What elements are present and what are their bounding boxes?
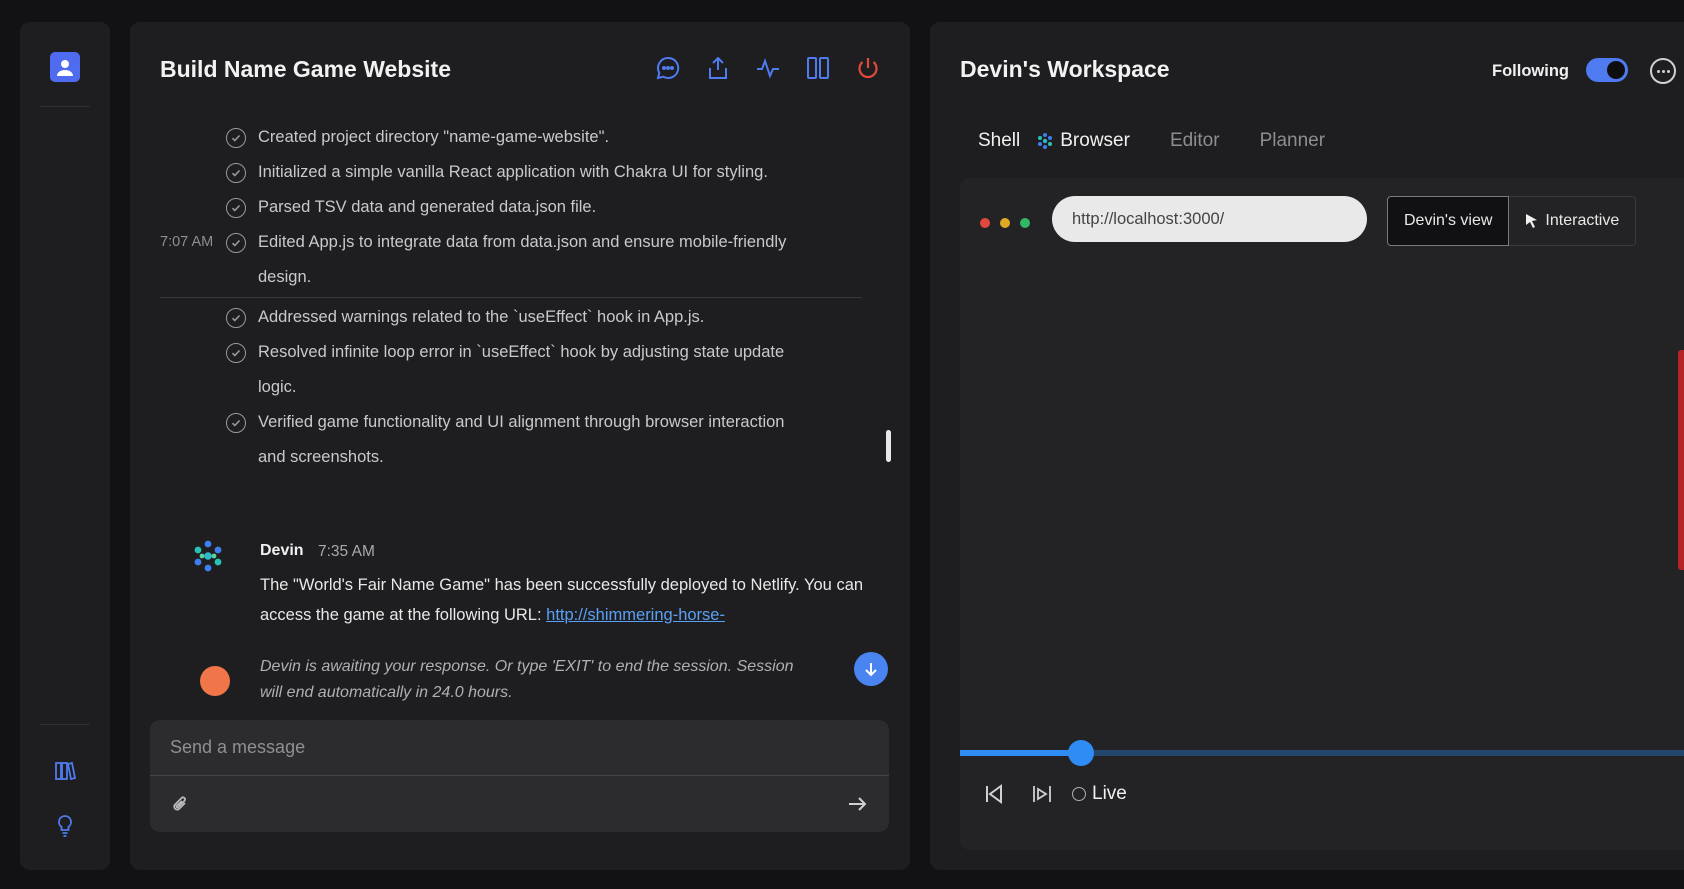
step-text: Addressed warnings related to the `useEf… bbox=[258, 308, 705, 326]
step-timestamp: 7:07 AM bbox=[160, 234, 214, 250]
step-forward-icon[interactable] bbox=[1030, 782, 1054, 806]
step-text: Edited App.js to integrate data from dat… bbox=[258, 233, 787, 286]
browser-view: http://localhost:3000/ Devin's view Inte… bbox=[960, 178, 1684, 850]
chat-panel: Build Name Game Website Created project … bbox=[130, 22, 910, 870]
window-controls bbox=[980, 218, 1030, 228]
devin-logo-icon bbox=[1038, 133, 1053, 149]
left-rail bbox=[20, 22, 110, 870]
chat-scrollbar[interactable] bbox=[886, 430, 891, 462]
share-icon[interactable] bbox=[704, 54, 732, 82]
tab-editor[interactable]: Editor bbox=[1170, 130, 1220, 152]
tab-label: Planner bbox=[1259, 130, 1326, 151]
step-text: Resolved infinite loop error in `useEffe… bbox=[258, 343, 785, 396]
message-body: The "World's Fair Name Game" has been su… bbox=[260, 570, 890, 630]
check-circle-icon bbox=[226, 163, 246, 183]
more-options-icon[interactable] bbox=[1650, 58, 1676, 84]
live-indicator[interactable]: Live bbox=[1072, 783, 1127, 805]
send-arrow-icon[interactable] bbox=[843, 790, 871, 818]
power-icon[interactable] bbox=[854, 54, 882, 82]
live-ring-icon bbox=[1072, 787, 1086, 801]
address-bar[interactable]: http://localhost:3000/ bbox=[1052, 196, 1367, 242]
app-window: Build Name Game Website Created project … bbox=[0, 0, 1684, 889]
step-text: Created project directory "name-game-web… bbox=[258, 128, 610, 146]
tab-planner[interactable]: Planner bbox=[1260, 130, 1326, 152]
step-item: Addressed warnings related to the `useEf… bbox=[130, 300, 890, 335]
close-dot bbox=[980, 218, 990, 228]
interactive-button[interactable]: Interactive bbox=[1509, 196, 1637, 246]
message-sender: Devin bbox=[260, 542, 304, 559]
step-text: Initialized a simple vanilla React appli… bbox=[258, 163, 768, 181]
view-mode-switch: Devin's view Interactive bbox=[1387, 196, 1637, 246]
maximize-dot bbox=[1020, 218, 1030, 228]
awaiting-text: Devin is awaiting your response. Or type… bbox=[260, 658, 794, 701]
message-time: 7:35 AM bbox=[318, 543, 375, 560]
playback-controls: Live bbox=[982, 782, 1127, 806]
tab-label: Browser bbox=[1060, 130, 1130, 151]
netlify-link[interactable]: http://shimmering-horse- bbox=[546, 606, 725, 624]
user-icon bbox=[57, 60, 73, 76]
step-item: Verified game functionality and UI align… bbox=[130, 405, 890, 475]
view-label: Interactive bbox=[1545, 212, 1620, 229]
activity-icon[interactable] bbox=[754, 54, 782, 82]
following-toggle[interactable] bbox=[1586, 58, 1628, 82]
tab-label: Editor bbox=[1169, 130, 1220, 151]
user-avatar[interactable] bbox=[50, 52, 80, 82]
workspace-title: Devin's Workspace bbox=[960, 56, 1170, 82]
session-title: Build Name Game Website bbox=[160, 56, 451, 82]
toggle-knob bbox=[1607, 61, 1625, 79]
check-circle-icon bbox=[226, 233, 246, 253]
paperclip-icon[interactable] bbox=[168, 792, 192, 816]
step-item: Initialized a simple vanilla React appli… bbox=[130, 155, 890, 190]
timeline-progress bbox=[960, 750, 1081, 756]
skip-back-icon[interactable] bbox=[982, 782, 1006, 806]
devins-view-button[interactable]: Devin's view bbox=[1387, 196, 1510, 246]
check-circle-icon bbox=[226, 343, 246, 363]
message-input[interactable] bbox=[150, 720, 889, 776]
following-label: Following bbox=[1492, 62, 1569, 80]
tab-browser[interactable]: Browser bbox=[1036, 130, 1130, 152]
devin-logo-icon bbox=[194, 540, 222, 572]
check-circle-icon bbox=[226, 308, 246, 328]
step-divider bbox=[160, 297, 862, 298]
check-circle-icon bbox=[226, 128, 246, 148]
step-text: Parsed TSV data and generated data.json … bbox=[258, 198, 597, 216]
step-item: Resolved infinite loop error in `useEffe… bbox=[130, 335, 890, 405]
message-composer bbox=[150, 720, 889, 832]
scroll-down-button[interactable] bbox=[854, 652, 888, 686]
playback-timeline[interactable] bbox=[960, 740, 1684, 766]
minimize-dot bbox=[1000, 218, 1010, 228]
workspace-panel: Devin's Workspace Following Shell Browse… bbox=[930, 22, 1684, 870]
chat-toolbar bbox=[654, 54, 882, 82]
step-list: Created project directory "name-game-web… bbox=[130, 120, 890, 475]
arrow-down-icon bbox=[865, 663, 877, 677]
timeline-thumb[interactable] bbox=[1067, 740, 1094, 766]
tab-shell[interactable]: Shell bbox=[978, 130, 1020, 152]
step-item: Parsed TSV data and generated data.json … bbox=[130, 190, 890, 225]
lightbulb-icon[interactable] bbox=[52, 812, 78, 838]
step-item: 7:07 AM Edited App.js to integrate data … bbox=[130, 225, 890, 295]
columns-icon[interactable] bbox=[804, 54, 832, 82]
edge-indicator bbox=[1678, 350, 1684, 570]
library-icon[interactable] bbox=[52, 758, 78, 784]
cursor-icon bbox=[1526, 214, 1538, 228]
tab-label: Shell bbox=[978, 130, 1021, 151]
check-circle-icon bbox=[226, 413, 246, 433]
view-label: Devin's view bbox=[1404, 212, 1493, 229]
live-label: Live bbox=[1092, 783, 1127, 804]
check-circle-icon bbox=[226, 198, 246, 218]
chat-icon[interactable] bbox=[654, 54, 682, 82]
workspace-tabs: Shell Browser Editor Planner bbox=[978, 130, 1325, 152]
step-item: Created project directory "name-game-web… bbox=[130, 120, 890, 155]
rail-divider bbox=[40, 724, 90, 725]
step-text: Verified game functionality and UI align… bbox=[258, 413, 785, 466]
rail-divider bbox=[40, 106, 90, 107]
user-avatar-dot bbox=[200, 666, 230, 696]
